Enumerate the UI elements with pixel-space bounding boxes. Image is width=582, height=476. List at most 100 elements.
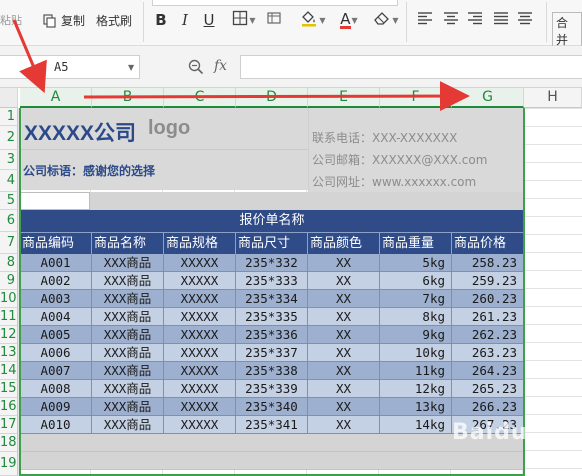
underline-button[interactable]: U xyxy=(198,10,220,30)
table-header-cell[interactable]: 商品尺寸 xyxy=(236,232,308,254)
footer-row[interactable] xyxy=(20,434,524,452)
row-header[interactable]: 11 xyxy=(0,308,18,326)
font-color-button[interactable]: A ▼ xyxy=(334,10,364,30)
table-cell[interactable]: XX xyxy=(308,308,380,326)
table-cell[interactable]: XXXXX xyxy=(164,344,236,362)
copy-button[interactable]: 复制 xyxy=(42,12,85,29)
table-cell[interactable]: XX xyxy=(308,326,380,344)
paste-button[interactable]: 粘贴 xyxy=(0,12,22,28)
table-cell[interactable]: A004 xyxy=(20,308,92,326)
table-cell[interactable]: A001 xyxy=(20,254,92,272)
active-cell-a5[interactable] xyxy=(20,192,90,210)
table-cell[interactable]: XXX商品 xyxy=(92,326,164,344)
formula-input[interactable] xyxy=(240,55,582,79)
row-header[interactable]: 16 xyxy=(0,398,18,416)
column-header[interactable]: D xyxy=(236,88,308,108)
table-cell[interactable]: 259.23 xyxy=(452,272,524,290)
footer-row[interactable] xyxy=(20,452,524,470)
row-header[interactable]: 14 xyxy=(0,362,18,380)
table-header-cell[interactable]: 商品颜色 xyxy=(308,232,380,254)
column-header[interactable]: A xyxy=(20,88,92,108)
fill-color-button[interactable]: ▼ xyxy=(296,10,330,30)
table-cell[interactable]: 9kg xyxy=(380,326,452,344)
row-header[interactable]: 5 xyxy=(0,192,18,210)
font-size-select[interactable] xyxy=(152,0,398,6)
row-header[interactable]: 18 xyxy=(0,434,18,452)
table-cell[interactable]: 266.23 xyxy=(452,398,524,416)
table-cell[interactable]: A007 xyxy=(20,362,92,380)
table-header-cell[interactable]: 商品编码 xyxy=(20,232,92,254)
column-header[interactable]: H xyxy=(524,88,582,108)
merge-center-button[interactable]: 合并 xyxy=(552,12,582,50)
table-cell[interactable]: XXX商品 xyxy=(92,254,164,272)
table-header-cell[interactable]: 商品重量 xyxy=(380,232,452,254)
table-cell[interactable]: XX xyxy=(308,344,380,362)
row-header[interactable]: 19 xyxy=(0,452,18,476)
table-cell[interactable]: XXX商品 xyxy=(92,398,164,416)
table-cell[interactable]: XXX商品 xyxy=(92,362,164,380)
column-header[interactable]: B xyxy=(92,88,164,108)
table-cell[interactable]: 235*337 xyxy=(236,344,308,362)
table-cell[interactable]: XXX商品 xyxy=(92,290,164,308)
table-cell[interactable]: XX xyxy=(308,254,380,272)
table-cell[interactable]: A009 xyxy=(20,398,92,416)
row-header[interactable]: 13 xyxy=(0,344,18,362)
table-cell[interactable]: 13kg xyxy=(380,398,452,416)
row-header[interactable]: 2 xyxy=(0,126,18,150)
row-header[interactable]: 3 xyxy=(0,150,18,170)
table-cell[interactable]: 265.23 xyxy=(452,380,524,398)
chevron-down-icon[interactable]: ▼ xyxy=(128,63,134,72)
table-cell[interactable]: 235*339 xyxy=(236,380,308,398)
table-cell[interactable]: 11kg xyxy=(380,362,452,380)
column-header[interactable]: C xyxy=(164,88,236,108)
table-cell[interactable]: 260.23 xyxy=(452,290,524,308)
table-header-cell[interactable]: 商品价格 xyxy=(452,232,524,254)
borders-button[interactable]: ▼ xyxy=(228,10,260,30)
table-cell[interactable]: 6kg xyxy=(380,272,452,290)
table-cell[interactable]: XX xyxy=(308,290,380,308)
table-cell[interactable]: XXXXX xyxy=(164,308,236,326)
bold-button[interactable]: B xyxy=(150,10,172,30)
contact-top-cell[interactable] xyxy=(308,108,524,126)
row-header[interactable]: 10 xyxy=(0,290,18,308)
row-header[interactable]: 1 xyxy=(0,108,18,126)
table-cell[interactable]: A006 xyxy=(20,344,92,362)
table-cell[interactable]: 235*332 xyxy=(236,254,308,272)
row-header[interactable]: 4 xyxy=(0,170,18,192)
table-cell[interactable]: 12kg xyxy=(380,380,452,398)
table-cell[interactable]: XXXXX xyxy=(164,362,236,380)
table-cell[interactable]: XXX商品 xyxy=(92,308,164,326)
align-center-button[interactable] xyxy=(440,10,462,30)
table-cell[interactable]: XXXXX xyxy=(164,254,236,272)
table-cell[interactable]: 263.23 xyxy=(452,344,524,362)
table-cell[interactable]: A005 xyxy=(20,326,92,344)
table-cell[interactable]: XXXXX xyxy=(164,380,236,398)
table-header-cell[interactable]: 商品规格 xyxy=(164,232,236,254)
table-header-cell[interactable]: 商品名称 xyxy=(92,232,164,254)
slogan-cell[interactable]: 公司标语：感谢您的选择 xyxy=(20,150,308,190)
column-header[interactable]: F xyxy=(380,88,452,108)
table-cell[interactable]: A003 xyxy=(20,290,92,308)
table-cell[interactable]: 5kg xyxy=(380,254,452,272)
align-right-button[interactable] xyxy=(464,10,486,30)
table-cell[interactable]: XXXXX xyxy=(164,326,236,344)
table-cell[interactable]: XXX商品 xyxy=(92,380,164,398)
cell-style-button[interactable] xyxy=(264,10,284,30)
table-cell[interactable]: 235*336 xyxy=(236,326,308,344)
table-cell[interactable]: XX xyxy=(308,416,380,434)
row-header[interactable]: 6 xyxy=(0,210,18,232)
row-header[interactable]: 9 xyxy=(0,272,18,290)
table-cell[interactable]: A002 xyxy=(20,272,92,290)
table-cell[interactable]: XXXXX xyxy=(164,416,236,434)
quote-title[interactable]: 报价单名称 xyxy=(20,210,524,232)
table-cell[interactable]: 10kg xyxy=(380,344,452,362)
name-box[interactable]: A5 xyxy=(0,55,140,79)
table-cell[interactable]: 264.23 xyxy=(452,362,524,380)
row-header[interactable]: 8 xyxy=(0,254,18,272)
table-cell[interactable]: XXX商品 xyxy=(92,272,164,290)
row-header[interactable]: 17 xyxy=(0,416,18,434)
table-cell[interactable]: 261.23 xyxy=(452,308,524,326)
italic-button[interactable]: I xyxy=(174,10,196,30)
select-all-corner[interactable] xyxy=(0,88,18,108)
table-cell[interactable]: 235*340 xyxy=(236,398,308,416)
